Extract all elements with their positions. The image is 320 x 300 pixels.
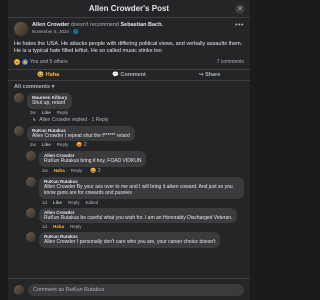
like-link[interactable]: Like xyxy=(42,142,51,148)
comment-text: Shut up, retard xyxy=(32,100,66,106)
comment-text: Allen Crowder I personally don't care wh… xyxy=(44,239,216,245)
edited-label[interactable]: Edited xyxy=(86,200,99,205)
post-stats: 😆 👍 You and 5 others 7 comments xyxy=(14,59,244,65)
more-options-icon[interactable]: ••• xyxy=(235,22,244,29)
post: Allen Crowder doesn't recommend Sebastia… xyxy=(8,18,250,65)
comment-text: RuKun Rutakus bring it boy, FOAD VIDKUN xyxy=(44,158,142,164)
reply-link[interactable]: Reply xyxy=(68,200,80,205)
post-action: doesn't recommend xyxy=(70,22,119,28)
reaction-count[interactable]: 😆 2 xyxy=(90,168,100,174)
comments-count[interactable]: 7 comments xyxy=(217,59,244,65)
reply-comment: Allen Crowder RuKun Rutakus be careful w… xyxy=(26,207,244,223)
haha-icon: 😆 xyxy=(90,167,97,174)
haha-button[interactable]: 😆 Haha xyxy=(8,72,89,78)
post-target[interactable]: Sebastian Bach. xyxy=(121,22,164,28)
comment-meta: 2w Haha Reply 😆 2 xyxy=(42,167,101,174)
reply-arrow-icon: ↳ xyxy=(32,116,37,123)
avatar[interactable] xyxy=(26,151,36,161)
post-actions: 😆 Haha 💬 Comment ↪ Share xyxy=(8,69,250,81)
avatar[interactable] xyxy=(26,176,36,187)
reply-link[interactable]: Reply xyxy=(57,110,69,115)
post-date[interactable]: November 8, 2024 · 🌐 xyxy=(32,29,235,35)
haha-icon: 😆 xyxy=(14,59,20,65)
post-author[interactable]: Allen Crowder xyxy=(32,22,69,28)
reactions-text: You and 5 others xyxy=(30,59,68,65)
avatar[interactable] xyxy=(26,207,36,218)
modal-header: Allen Crowder's Post ✕ xyxy=(8,0,250,18)
comment-text: RuKun Rutakus be careful what you wish f… xyxy=(44,214,233,221)
avatar[interactable] xyxy=(14,22,28,36)
comment-text: Allen Crowder By your ass over to me and… xyxy=(44,183,233,197)
like-link[interactable]: Like xyxy=(53,200,62,205)
share-button[interactable]: ↪ Share xyxy=(169,72,250,78)
comments-list: Maureen Kilbury Shut up, retard 3w Like … xyxy=(8,93,250,248)
angry-icon: 😡 xyxy=(76,142,83,148)
reply-comment: Allen Crowder RuKun Rutakus bring it boy… xyxy=(26,151,244,167)
haha-link[interactable]: Haha xyxy=(54,168,65,174)
reply-link[interactable]: Reply xyxy=(57,142,69,148)
comment-meta: 1d Like Reply Edited xyxy=(42,199,99,205)
comment-button[interactable]: 💬 Comment xyxy=(89,72,170,78)
close-icon[interactable]: ✕ xyxy=(235,4,245,14)
comment: RuKun Rutakus Allen Crowder I repeat shu… xyxy=(14,125,244,141)
like-icon: 👍 xyxy=(22,59,28,65)
post-modal: Allen Crowder's Post ✕ Allen Crowder doe… xyxy=(8,0,250,300)
comment-sort-dropdown[interactable]: All comments ▾ xyxy=(14,84,244,90)
reactions-summary[interactable]: 😆 👍 You and 5 others xyxy=(14,59,68,65)
comment-composer: Comment as RuKun Rutakus xyxy=(8,278,250,300)
reply-link[interactable]: Reply xyxy=(71,168,83,174)
like-link[interactable]: Like xyxy=(42,110,51,115)
post-text: He hates the USA. He attacks people with… xyxy=(14,41,243,54)
comment-meta: 1d Haha Reply xyxy=(42,224,82,229)
reaction-count[interactable]: 😡 2 xyxy=(76,142,86,148)
comment-meta: 3w Like Reply xyxy=(30,109,69,115)
reply-link[interactable]: Reply xyxy=(70,224,82,229)
avatar[interactable] xyxy=(14,284,24,295)
reply-comment: RuKun Rutakus Allen Crowder By your ass … xyxy=(26,176,244,199)
comment: Maureen Kilbury Shut up, retard xyxy=(14,93,244,109)
haha-link[interactable]: Haha xyxy=(53,224,64,229)
comment-text: Allen Crowder I repeat shut the f****** … xyxy=(32,132,130,139)
avatar[interactable] xyxy=(14,125,24,136)
comment-meta: 2w Like Reply 😡 2 xyxy=(30,142,87,148)
comment-input[interactable]: Comment as RuKun Rutakus xyxy=(28,283,244,296)
replies-toggle[interactable]: ↳ Allen Crowder replied · 1 Reply xyxy=(32,117,244,123)
avatar[interactable] xyxy=(26,232,36,242)
modal-title: Allen Crowder's Post xyxy=(88,4,170,13)
reply-comment: RuKun Rutakus Allen Crowder I personally… xyxy=(26,232,244,248)
globe-icon: 🌐 xyxy=(73,29,79,34)
avatar[interactable] xyxy=(14,93,24,103)
